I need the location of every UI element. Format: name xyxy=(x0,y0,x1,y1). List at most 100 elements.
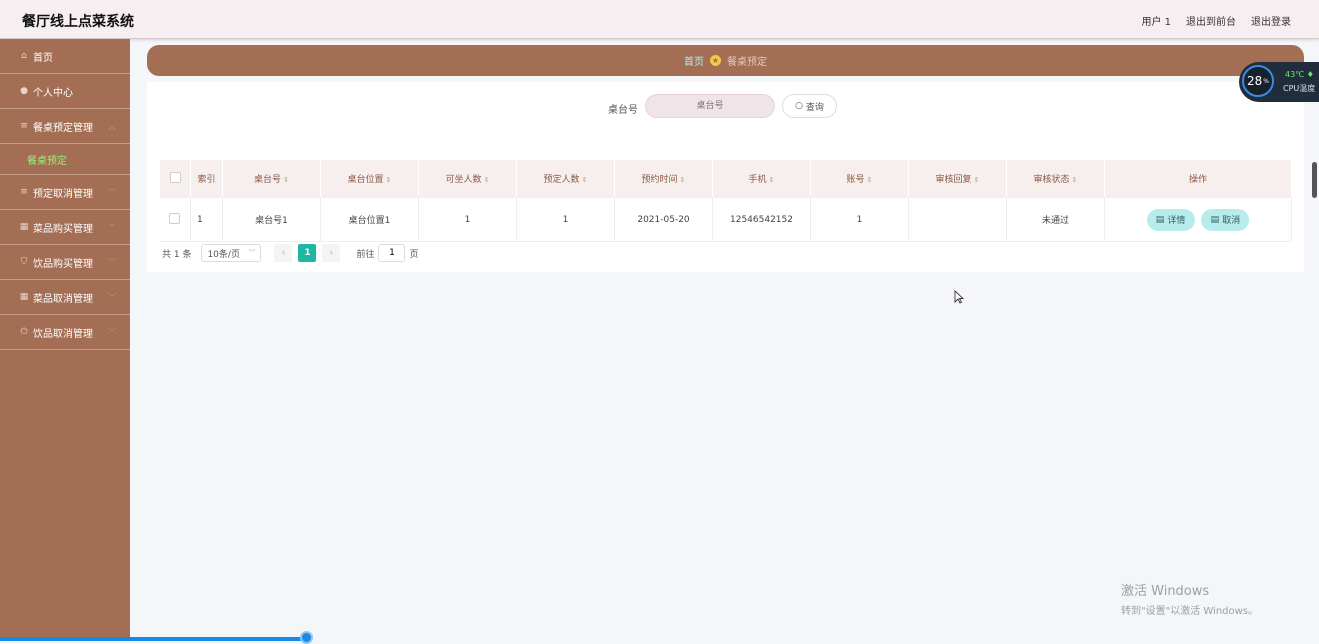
pagination-total: 共 1 条 xyxy=(162,249,192,260)
column-header: 索引 xyxy=(190,159,223,198)
cpu-label: CPU温度 xyxy=(1283,84,1316,93)
chevron-down-icon: ﹀ xyxy=(248,249,256,257)
search-icon: ○ xyxy=(795,101,803,111)
user-link[interactable]: 用户 1 xyxy=(1141,13,1171,28)
sort-icon[interactable]: ⇕ xyxy=(769,176,775,184)
chevron-down-icon: ﹀ xyxy=(108,258,116,267)
search-input[interactable] xyxy=(645,94,775,118)
top-bar: 餐厅线上点菜系统 用户 1 退出到前台 退出登录 xyxy=(0,0,1319,39)
menu-icon: ≡ xyxy=(20,121,28,131)
sidebar-item-label: 个人中心 xyxy=(33,87,73,99)
sidebar-item-drink-purchase-mgmt[interactable]: ⛉ 饮品购买管理 ﹀ xyxy=(0,245,130,280)
breadcrumb-home[interactable]: 首页 xyxy=(684,53,704,68)
sort-icon[interactable]: ⇕ xyxy=(680,176,686,184)
logout-link[interactable]: 退出登录 xyxy=(1251,13,1291,28)
breadcrumb: 首页 ★ 餐桌预定 xyxy=(147,45,1304,76)
column-header[interactable]: 审核状态 ⇕ xyxy=(1006,159,1105,198)
chevron-down-icon: ﹀ xyxy=(108,188,116,197)
sidebar-item-label: 菜品购买管理 xyxy=(33,223,93,235)
sidebar-item-dish-purchase-mgmt[interactable]: ▦ 菜品购买管理 ﹀ xyxy=(0,210,130,245)
sidebar-item-label: 预定取消管理 xyxy=(33,188,93,200)
goto-page-input[interactable] xyxy=(378,244,406,262)
row-checkbox[interactable] xyxy=(169,212,181,224)
cell-table-no: 桌台号1 xyxy=(222,197,321,242)
column-header[interactable]: 账号 ⇕ xyxy=(810,159,909,198)
data-table: 索引 桌台号 ⇕ 桌台位置 ⇕ 可坐人数 ⇕ 预定人数 ⇕ 预约时间 ⇕ 手机 ⇕ 账号 ⇕ … xyxy=(159,159,1292,242)
column-header[interactable]: 预定人数 ⇕ xyxy=(516,159,615,198)
chevron-down-icon: ﹀ xyxy=(108,293,116,302)
user-icon: ● xyxy=(20,86,28,96)
chevron-down-icon: ﹀ xyxy=(108,328,116,337)
exit-to-front-link[interactable]: 退出到前台 xyxy=(1186,13,1236,28)
sidebar-item-label: 菜品取消管理 xyxy=(33,293,93,305)
cell-account: 1 xyxy=(810,197,909,242)
cell-reserved: 1 xyxy=(516,197,615,242)
power-icon: ⏻ xyxy=(20,327,28,337)
column-header[interactable]: 桌台位置 ⇕ xyxy=(320,159,419,198)
home-icon: ⌂ xyxy=(21,51,27,61)
document-icon: ▤ xyxy=(1155,214,1165,225)
row-select-cell xyxy=(159,197,191,242)
column-header[interactable]: 桌台号 ⇕ xyxy=(222,159,321,198)
column-header: 操作 xyxy=(1104,159,1292,198)
sort-icon[interactable]: ⇕ xyxy=(386,176,392,184)
scrollbar-thumb[interactable] xyxy=(1312,162,1317,198)
sidebar: ⌂ 首页 ● 个人中心 ≡ 餐桌预定管理 ︿ 餐桌预定 ≡ 预定取消管理 ﹀ ▦… xyxy=(0,39,130,641)
cell-location: 桌台位置1 xyxy=(320,197,419,242)
progress-knob[interactable] xyxy=(300,631,313,644)
sort-icon[interactable]: ⇕ xyxy=(974,176,980,184)
sidebar-item-drink-cancel-mgmt[interactable]: ⏻ 饮品取消管理 ﹀ xyxy=(0,315,130,350)
goto-label: 前往 xyxy=(356,249,375,260)
sidebar-subitem-table-booking[interactable]: 餐桌预定 xyxy=(0,144,130,175)
cell-reply xyxy=(908,197,1007,242)
cell-index: 1 xyxy=(190,197,223,242)
page-size-select[interactable]: 10条/页 ﹀ xyxy=(201,244,262,262)
cell-phone: 12546542152 xyxy=(712,197,811,242)
column-header[interactable]: 可坐人数 ⇕ xyxy=(418,159,517,198)
page-number-active[interactable]: 1 xyxy=(298,244,317,262)
column-header[interactable]: 手机 ⇕ xyxy=(712,159,811,198)
sidebar-item-label: 餐桌预定 xyxy=(27,155,67,167)
bottom-progress-bar xyxy=(0,637,306,641)
column-header[interactable]: 预约时间 ⇕ xyxy=(614,159,713,198)
cpu-monitor-widget[interactable]: 28% 43℃ ♦ CPU温度 xyxy=(1239,62,1319,102)
star-icon: ★ xyxy=(710,55,721,66)
content-panel: 桌台号 ○ 查询 索引 桌台号⇕ 桌台位置⇕ 可坐人数⇕ 预定人数⇕ 预约时间⇕… xyxy=(147,82,1304,272)
sidebar-item-booking-cancel-mgmt[interactable]: ≡ 预定取消管理 ﹀ xyxy=(0,175,130,210)
search-button[interactable]: ○ 查询 xyxy=(782,94,837,118)
table-header-row: 索引 桌台号 ⇕ 桌台位置 ⇕ 可坐人数 ⇕ 预定人数 ⇕ 预约时间 ⇕ 手机 ⇕ 账号 ⇕ … xyxy=(159,159,1292,198)
chevron-down-icon: ﹀ xyxy=(108,223,116,232)
sort-icon[interactable]: ⇕ xyxy=(484,176,490,184)
cell-time: 2021-05-20 xyxy=(614,197,713,242)
next-page-button[interactable]: › xyxy=(322,244,341,262)
table-row: 1 桌台号1 桌台位置1 1 1 2021-05-20 12546542152 … xyxy=(159,197,1292,242)
prev-page-button[interactable]: ‹ xyxy=(274,244,293,262)
cancel-button[interactable]: ▤ 取消 xyxy=(1201,208,1250,231)
select-all-checkbox[interactable] xyxy=(169,171,181,183)
cell-actions: ▤ 详情 ▤ 取消 xyxy=(1104,197,1292,242)
sidebar-item-label: 首页 xyxy=(33,52,53,64)
sidebar-item-dish-cancel-mgmt[interactable]: ▦ 菜品取消管理 ﹀ xyxy=(0,280,130,315)
sidebar-item-table-booking-mgmt[interactable]: ≡ 餐桌预定管理 ︿ xyxy=(0,109,130,144)
sidebar-item-personal-center[interactable]: ● 个人中心 xyxy=(0,74,130,109)
select-all-cell xyxy=(159,159,191,198)
leaf-icon: ♦ xyxy=(1306,70,1314,79)
sort-icon[interactable]: ⇕ xyxy=(867,176,873,184)
chevron-up-icon: ︿ xyxy=(108,122,116,131)
grid-icon: ▦ xyxy=(19,292,29,302)
sort-icon[interactable]: ⇕ xyxy=(582,176,588,184)
top-links: 用户 1 退出到前台 退出登录 xyxy=(1141,13,1291,28)
mouse-cursor-icon xyxy=(954,290,964,304)
sidebar-item-label: 饮品取消管理 xyxy=(33,328,93,340)
sidebar-item-home[interactable]: ⌂ 首页 xyxy=(0,39,130,74)
sort-icon[interactable]: ⇕ xyxy=(283,176,289,184)
column-header[interactable]: 审核回复 ⇕ xyxy=(908,159,1007,198)
windows-activation-watermark: 激活 Windows 转到"设置"以激活 Windows。 xyxy=(1121,584,1259,617)
search-row: 桌台号 ○ 查询 xyxy=(147,94,1304,120)
grid-icon: ▦ xyxy=(19,222,29,232)
detail-button[interactable]: ▤ 详情 xyxy=(1146,208,1195,231)
app-title: 餐厅线上点菜系统 xyxy=(22,14,134,30)
sort-icon[interactable]: ⇕ xyxy=(1072,176,1078,184)
menu-icon: ≡ xyxy=(20,187,28,197)
sidebar-item-label: 餐桌预定管理 xyxy=(33,122,93,134)
